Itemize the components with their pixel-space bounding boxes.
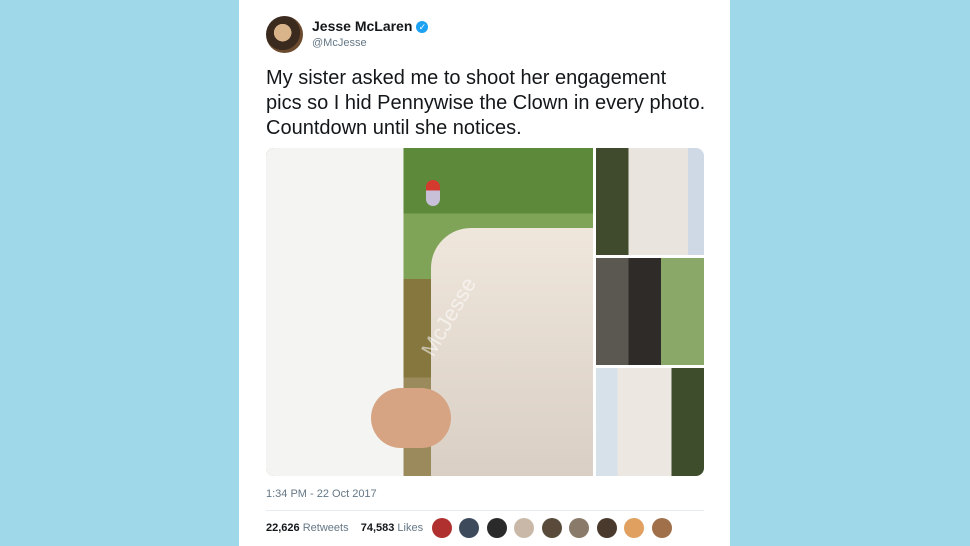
liker-avatar[interactable]	[651, 518, 672, 538]
liker-avatar[interactable]	[459, 518, 480, 538]
clown-figure	[426, 180, 440, 206]
photo-thumb-2[interactable]	[596, 258, 704, 365]
avatar[interactable]	[266, 16, 303, 53]
liker-avatar[interactable]	[541, 518, 562, 538]
liker-avatar[interactable]	[432, 518, 452, 538]
liker-avatar[interactable]	[514, 518, 535, 538]
tweet-timestamp[interactable]: 1:34 PM - 22 Oct 2017	[266, 488, 377, 500]
photo-grid: McJesse	[266, 148, 704, 476]
photo-main[interactable]: McJesse	[266, 148, 593, 476]
liker-avatar[interactable]	[486, 518, 507, 538]
liker-avatar[interactable]	[569, 518, 590, 538]
tweet-text: My sister asked me to shoot her engageme…	[266, 67, 706, 139]
photo-thumb-3[interactable]	[596, 368, 704, 476]
dress-figure	[431, 228, 593, 476]
retweets-count[interactable]: 22,626	[266, 522, 300, 534]
liker-avatars	[432, 518, 675, 538]
likes-count[interactable]: 74,583	[361, 522, 395, 534]
photo-thumb-1[interactable]	[596, 148, 704, 255]
liker-avatar[interactable]	[624, 518, 645, 538]
divider	[266, 510, 704, 511]
tweet-card: Jesse McLaren ✓ @McJesse My sister asked …	[239, 0, 730, 546]
verified-badge-icon: ✓	[416, 21, 429, 33]
user-name[interactable]: Jesse McLaren ✓	[312, 18, 429, 34]
liker-avatar[interactable]	[596, 518, 617, 538]
likes-label[interactable]: Likes	[397, 522, 423, 534]
user-name-text[interactable]: Jesse McLaren	[312, 18, 412, 34]
user-handle[interactable]: @McJesse	[312, 37, 367, 49]
hands-figure	[371, 388, 451, 448]
tweet-stats: 22,626 Retweets 74,583 Likes	[266, 522, 423, 534]
retweets-label[interactable]: Retweets	[303, 522, 349, 534]
